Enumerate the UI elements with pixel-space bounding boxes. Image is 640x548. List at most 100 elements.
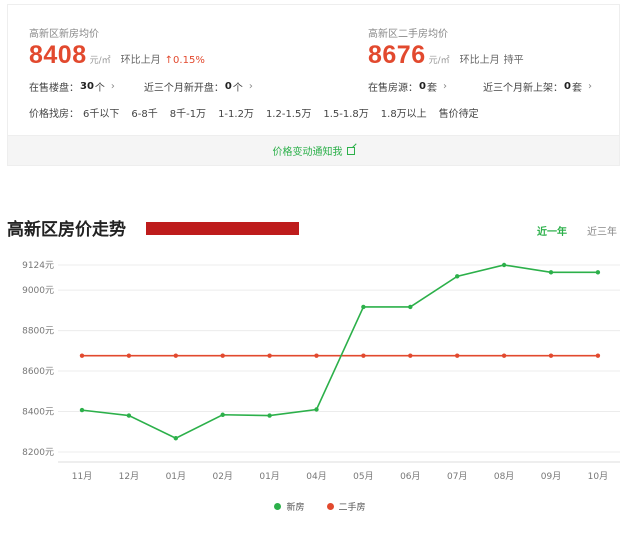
card-footer: 价格变动通知我 (8, 135, 619, 165)
second-hand-mom-value: 持平 (503, 55, 524, 66)
data-point-second-hand[interactable] (220, 353, 225, 358)
chevron-right-icon: › (110, 81, 115, 92)
data-point-new[interactable] (501, 262, 507, 268)
new-home-listings-link[interactable]: 在售楼盘： 30 个 › (29, 79, 115, 94)
data-point-second-hand[interactable] (455, 353, 460, 358)
new-home-stats: 在售楼盘： 30 个 › 近三个月新开盘： 0 个 › (29, 79, 253, 94)
data-point-new[interactable] (79, 407, 85, 413)
series-line-new (81, 264, 598, 440)
legend-label-new: 新房 (286, 503, 305, 513)
data-point-new[interactable] (455, 274, 460, 279)
legend-dot-icon (274, 503, 282, 510)
second-hand-listings-count: 0 (419, 81, 426, 92)
chevron-right-icon: › (587, 81, 592, 92)
second-hand-recent-count: 0 (563, 81, 571, 92)
price-summary-card: 高新区新房均价 8408 元/㎡ 环比上月 ↑0.15% 在售楼盘： 30 个 … (7, 4, 620, 166)
data-point-new[interactable] (267, 413, 272, 418)
x-tick-label: 12月 (119, 471, 139, 482)
data-point-second-hand[interactable] (408, 353, 413, 358)
external-link-icon (346, 146, 355, 155)
x-tick-label: 01月 (166, 471, 186, 482)
data-point-second-hand[interactable] (595, 353, 601, 358)
x-tick-label: 09月 (541, 471, 561, 482)
price-filter-option[interactable]: 6-8千 (131, 105, 157, 120)
price-trend-chart: 8200元 8400元 8600元 8800元 9000元 9124元 11月 12月 01月 0… (22, 261, 620, 482)
data-point-second-hand[interactable] (361, 353, 366, 358)
price-filter-option[interactable]: 1.2-1.5万 (266, 105, 311, 120)
second-hand-recent-label: 近三个月新上架： (482, 83, 563, 94)
y-tick-label: 8800元 (22, 327, 54, 337)
data-point-new[interactable] (314, 407, 319, 412)
second-hand-unit: 元/㎡ (428, 56, 450, 66)
x-tick-label: 06月 (400, 471, 420, 482)
data-point-new[interactable] (220, 412, 225, 417)
price-filter-label: 价格找房： (29, 109, 79, 120)
tab-three-years[interactable]: 近三年 (587, 223, 617, 238)
price-filter-option[interactable]: 售价待定 (439, 105, 479, 120)
second-hand-price-row: 8676 元/㎡ 环比上月 持平 (368, 41, 524, 70)
new-home-title: 高新区新房均价 (29, 29, 99, 40)
new-home-price: 8408 (29, 41, 87, 69)
data-point-new[interactable] (595, 270, 601, 275)
data-point-new[interactable] (361, 304, 366, 310)
trend-range-tabs: 近一年 近三年 (537, 223, 617, 238)
data-point-new[interactable] (548, 270, 554, 275)
data-point-new[interactable] (126, 413, 132, 418)
price-filter-option[interactable]: 1-1.2万 (218, 105, 254, 120)
price-filter-option[interactable]: 6千以下 (83, 105, 119, 120)
tab-one-year[interactable]: 近一年 (537, 223, 567, 238)
data-point-second-hand[interactable] (267, 353, 272, 358)
price-filter-row: 价格找房： 6千以下 6-8千 8千-1万 1-1.2万 1.2-1.5万 1.… (29, 105, 479, 120)
new-home-listings-suffix: 个 (94, 83, 105, 94)
chart-legend: 新房 二手房 (0, 500, 640, 513)
data-point-second-hand[interactable] (548, 353, 554, 358)
data-point-second-hand[interactable] (501, 353, 507, 358)
legend-label-second: 二手房 (338, 503, 366, 513)
x-tick-label: 07月 (447, 471, 467, 482)
x-tick-label: 11月 (72, 471, 92, 482)
price-filter-option[interactable]: 1.5-1.8万 (323, 105, 368, 120)
second-hand-recent-link[interactable]: 近三个月新上架： 0 套 › (483, 79, 592, 94)
data-point-new[interactable] (173, 436, 178, 441)
new-home-recent-label: 近三个月新开盘： (143, 83, 224, 94)
second-hand-title: 高新区二手房均价 (368, 29, 448, 40)
y-tick-label: 9124元 (22, 261, 54, 271)
price-filter-option[interactable]: 1.8万以上 (381, 105, 427, 120)
data-point-second-hand[interactable] (173, 353, 178, 358)
price-change-notify-link[interactable]: 价格变动通知我 (273, 143, 355, 158)
second-hand-price: 8676 (368, 41, 426, 69)
new-home-listings-label: 在售楼盘： (29, 83, 79, 94)
data-point-second-hand[interactable] (79, 353, 85, 358)
new-home-recent-link[interactable]: 近三个月新开盘： 0 个 › (144, 79, 253, 94)
second-hand-stats: 在售房源： 0 套 › 近三个月新上架： 0 套 › (368, 79, 592, 94)
new-home-unit: 元/㎡ (89, 56, 111, 66)
new-home-listings-count: 30 (80, 81, 94, 92)
new-home-recent-count: 0 (224, 81, 232, 92)
chevron-right-icon: › (442, 81, 447, 92)
y-tick-label: 8200元 (22, 448, 54, 458)
second-hand-recent-suffix: 套 (571, 83, 582, 94)
legend-item-new[interactable]: 新房 (274, 500, 305, 513)
x-tick-label: 05月 (353, 471, 373, 482)
legend-dot-icon (326, 503, 334, 510)
new-home-mom-value: ↑0.15% (164, 55, 205, 66)
new-home-price-row: 8408 元/㎡ 环比上月 ↑0.15% (29, 41, 205, 70)
data-point-new[interactable] (408, 304, 413, 310)
second-hand-listings-suffix: 套 (426, 83, 437, 94)
x-tick-label: 02月 (212, 471, 232, 482)
chevron-right-icon: › (248, 81, 253, 92)
second-hand-listings-label: 在售房源： (368, 83, 418, 94)
legend-item-second[interactable]: 二手房 (326, 500, 366, 513)
new-home-mom-label: 环比上月 (120, 55, 161, 66)
x-tick-label: 01月 (259, 471, 279, 482)
y-tick-label: 8400元 (22, 408, 54, 418)
data-point-second-hand[interactable] (314, 353, 319, 358)
second-hand-listings-link[interactable]: 在售房源： 0 套 › (368, 79, 447, 94)
y-tick-label: 8600元 (22, 367, 54, 377)
price-filter-option[interactable]: 8千-1万 (170, 105, 206, 120)
redaction-bar (146, 222, 299, 235)
data-point-second-hand[interactable] (126, 353, 132, 358)
new-home-recent-suffix: 个 (232, 83, 243, 94)
x-tick-label: 10月 (588, 471, 608, 482)
y-tick-label: 9000元 (22, 286, 54, 296)
